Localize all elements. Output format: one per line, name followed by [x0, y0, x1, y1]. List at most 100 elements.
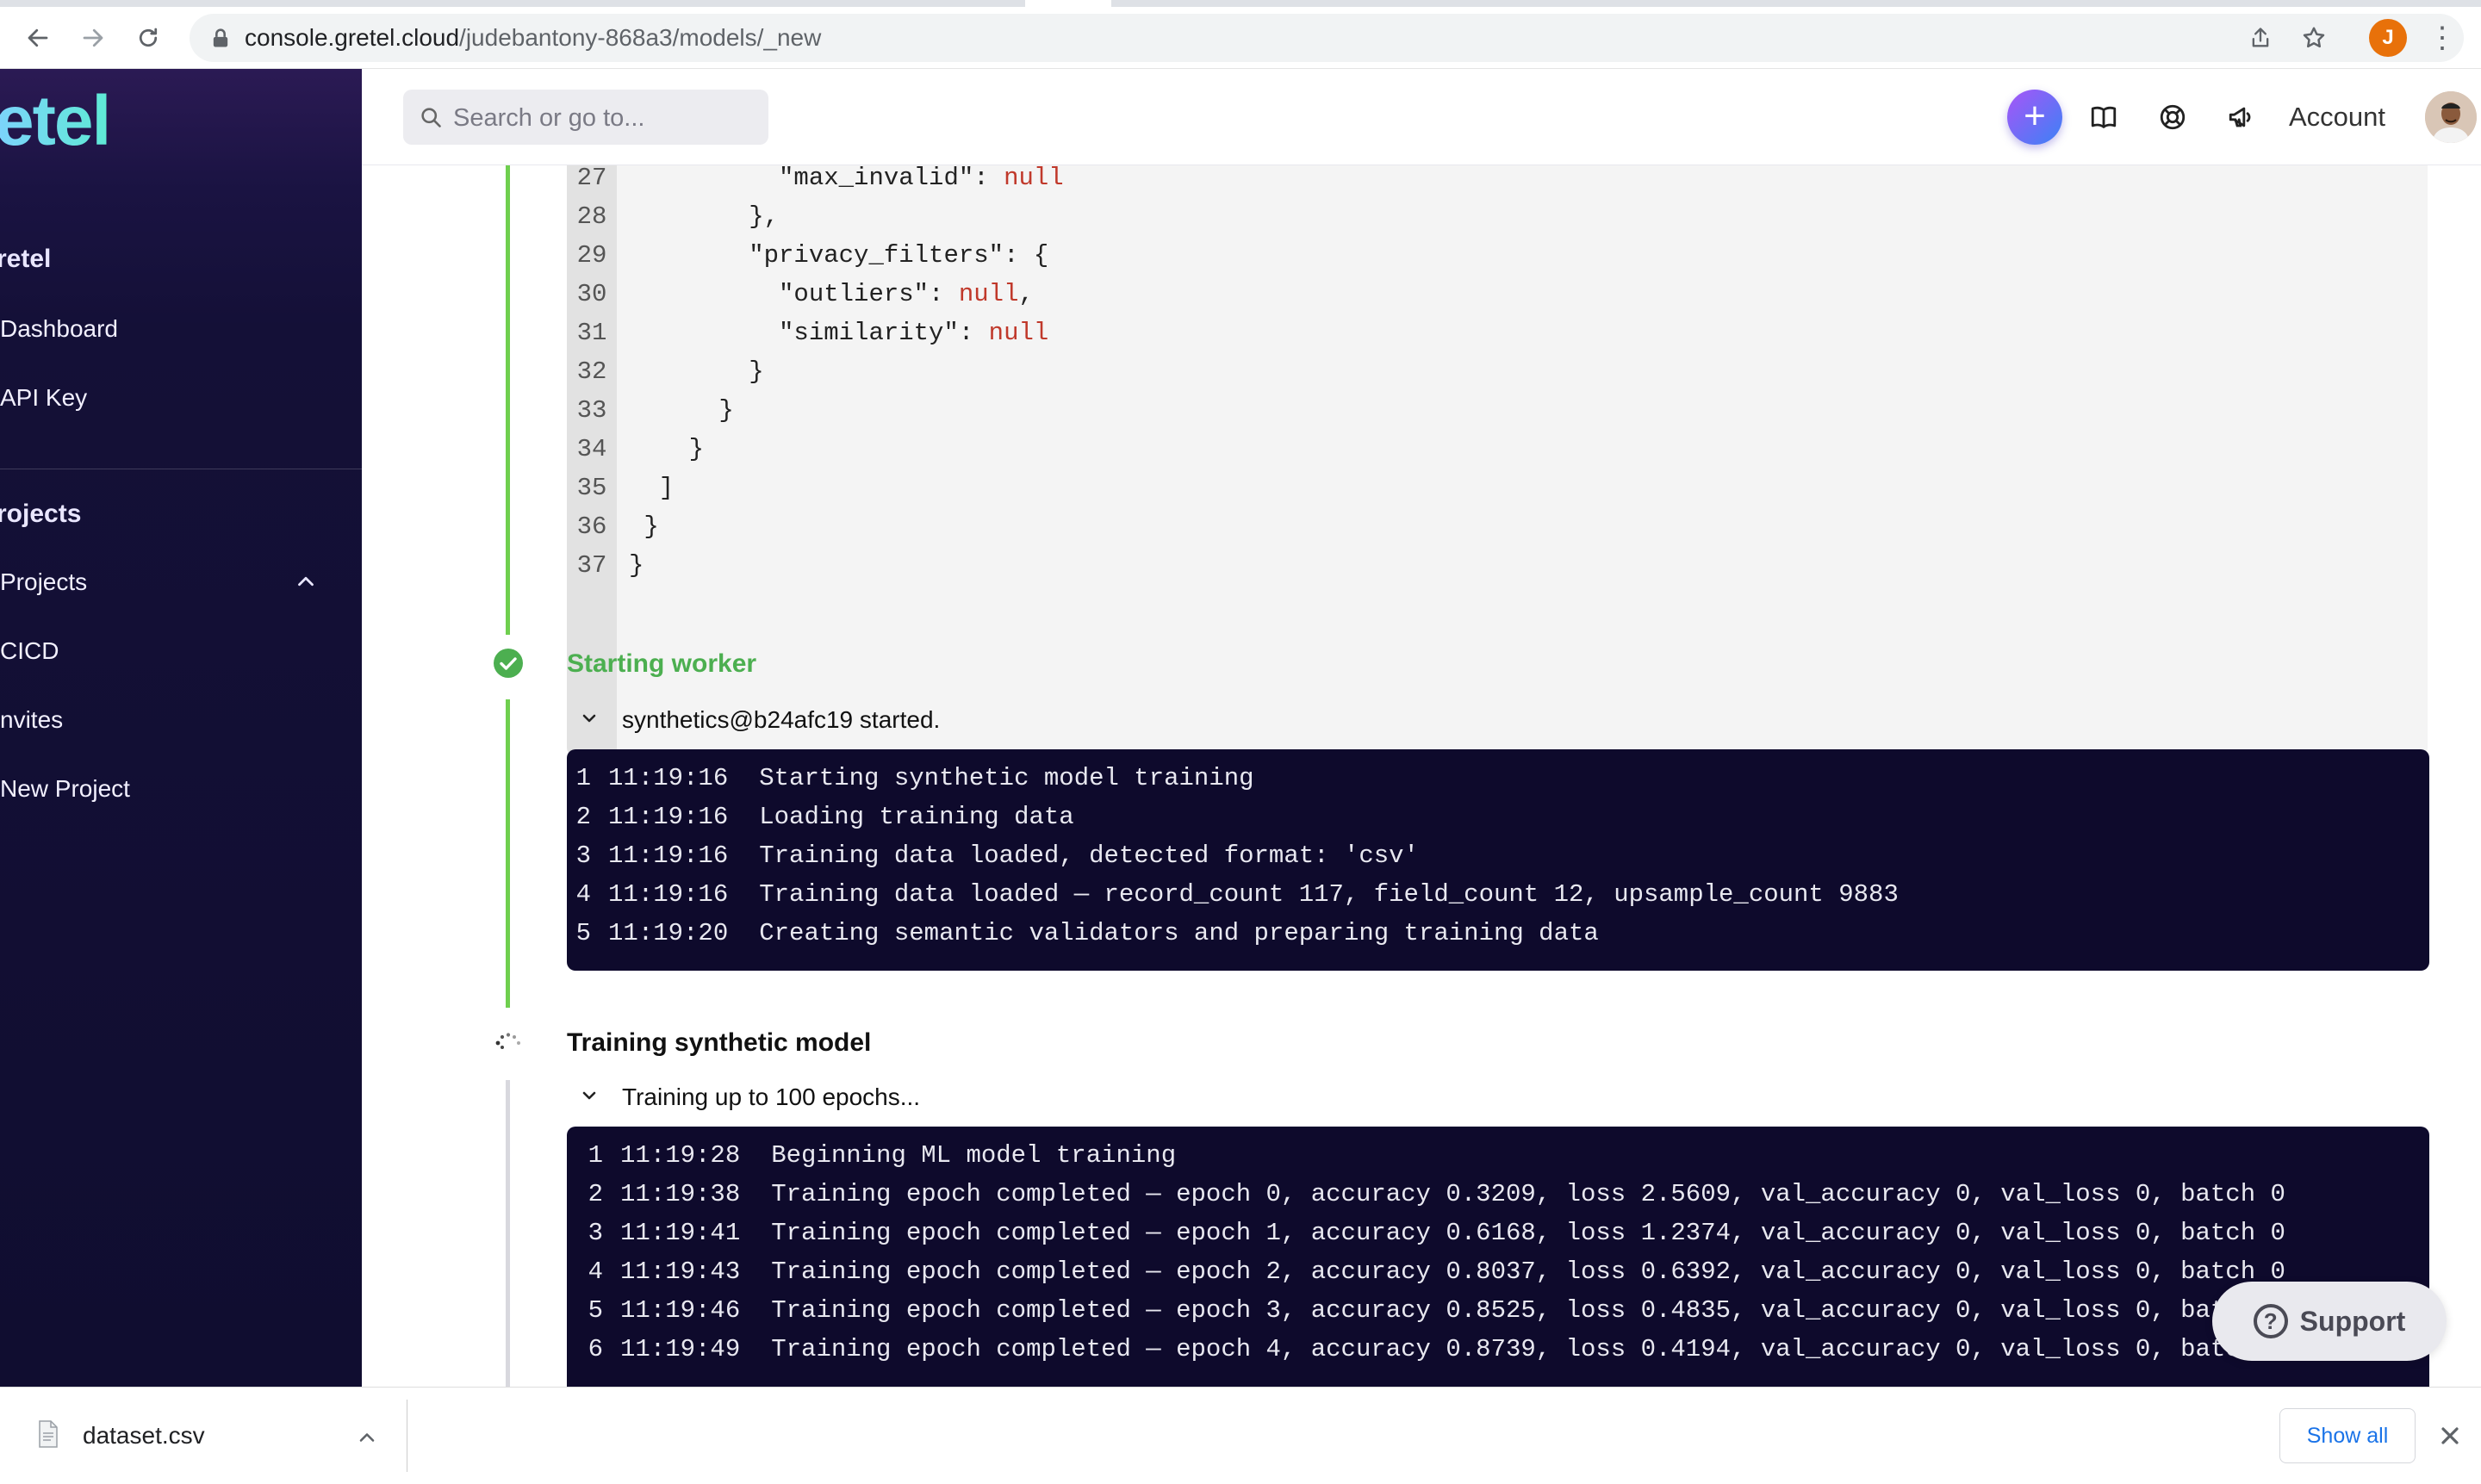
- code-line: 27 "max_invalid": null: [567, 165, 1064, 197]
- file-icon: [39, 1420, 58, 1448]
- code-text: ]: [629, 474, 675, 502]
- model-progress-panel: 27 "max_invalid": null 28 }, 29 "privacy_f…: [362, 165, 2481, 1387]
- code-text: "max_invalid": null: [629, 165, 1064, 192]
- log-message: Training data loaded — record_count 117,…: [759, 880, 1899, 909]
- code-text: }: [629, 435, 705, 463]
- step-title-starting-worker: Starting worker: [567, 649, 757, 678]
- code-line: 36 }: [567, 507, 659, 546]
- log-line: 4 11:19:16 Training data loaded — record_c…: [567, 875, 1899, 914]
- log-line: 2 11:19:38 Training epoch completed — epoc…: [567, 1175, 2285, 1214]
- log-timestamp: 11:19:16: [608, 803, 729, 831]
- log-message: Training epoch completed — epoch 4, accu…: [771, 1335, 2285, 1363]
- log-line: 2 11:19:16 Loading training data: [567, 798, 1074, 836]
- chevron-down-icon[interactable]: [579, 708, 600, 729]
- step-subtitle[interactable]: Training up to 100 epochs...: [622, 1084, 920, 1111]
- code-text: "similarity": null: [629, 319, 1049, 347]
- help-lifebuoy-icon[interactable]: [2154, 98, 2192, 136]
- url-text[interactable]: console.gretel.cloud/judebantony-868a3/m…: [245, 14, 821, 62]
- code-text: }: [629, 357, 764, 386]
- chevron-down-icon[interactable]: [579, 1085, 600, 1106]
- log-line-number: 2: [575, 803, 591, 831]
- code-text: },: [629, 202, 780, 231]
- code-text: }: [629, 396, 734, 425]
- sidebar-item-projects[interactable]: Projects: [0, 568, 87, 596]
- training-log-output: 1 11:19:28 Beginning ML model training 2 11:…: [567, 1127, 2429, 1387]
- code-line: 31 "similarity": null: [567, 314, 1049, 352]
- log-message: Training data loaded, detected format: '…: [759, 841, 1419, 870]
- line-number: 33: [576, 396, 607, 425]
- worker-log-output: 1 11:19:16 Starting synthetic model traini…: [567, 749, 2429, 971]
- sidebar-item-dashboard[interactable]: Dashboard: [0, 315, 118, 343]
- active-tab[interactable]: [1025, 0, 1111, 7]
- log-timestamp: 11:19:43: [620, 1257, 741, 1286]
- code-line: 33 }: [567, 391, 734, 430]
- code-text: "outliers": null,: [629, 280, 1034, 308]
- code-line: 37}: [567, 546, 644, 585]
- log-timestamp: 11:19:20: [608, 919, 729, 947]
- code-line: 28 },: [567, 197, 779, 236]
- line-number: 34: [576, 435, 607, 463]
- log-timestamp: 11:19:46: [620, 1296, 741, 1325]
- timeline-connector: [506, 699, 510, 1008]
- docs-book-icon[interactable]: [2085, 98, 2123, 136]
- code-text: }: [629, 512, 659, 541]
- download-bar: dataset.csv Show all: [0, 1387, 2481, 1484]
- log-line-number: 5: [575, 919, 591, 947]
- bookmark-star-icon[interactable]: [2297, 21, 2331, 55]
- sidebar-item-cicd[interactable]: CICD: [0, 637, 59, 665]
- search-icon: [421, 108, 441, 127]
- back-icon[interactable]: [19, 19, 57, 57]
- code-line: 32 }: [567, 352, 764, 391]
- loading-spinner-icon: [495, 1033, 520, 1049]
- profile-avatar[interactable]: J: [2369, 19, 2407, 57]
- announcements-megaphone-icon[interactable]: [2223, 98, 2260, 136]
- step-subtitle[interactable]: synthetics@b24afc19 started.: [622, 706, 940, 734]
- search-box[interactable]: [403, 90, 768, 146]
- log-line: 5 11:19:20 Creating semantic validators an…: [567, 914, 1599, 953]
- sidebar-item-api-key[interactable]: API Key: [0, 384, 87, 412]
- account-menu[interactable]: Account: [2289, 96, 2385, 138]
- log-message: Creating semantic validators and prepari…: [759, 919, 1599, 947]
- sidebar-projects-heading: rojects: [0, 500, 82, 528]
- chevron-up-icon[interactable]: [293, 568, 319, 594]
- step-title-training-model: Training synthetic model: [567, 1028, 872, 1057]
- reload-icon[interactable]: [129, 19, 167, 57]
- log-line-number: 3: [575, 841, 591, 870]
- close-icon[interactable]: [2436, 1422, 2464, 1450]
- code-text: }: [629, 551, 644, 580]
- log-message: Beginning ML model training: [771, 1141, 1177, 1170]
- show-all-downloads-button[interactable]: Show all: [2279, 1408, 2416, 1463]
- check-circle-icon: [494, 649, 523, 678]
- log-message: Training epoch completed — epoch 1, accu…: [771, 1219, 2285, 1247]
- line-number: 35: [576, 474, 607, 502]
- sidebar-item-invites[interactable]: nvites: [0, 706, 63, 734]
- null-literal: null: [1004, 165, 1064, 192]
- forward-icon[interactable]: [74, 19, 112, 57]
- null-literal: null: [988, 319, 1049, 347]
- support-button[interactable]: ? Support: [2212, 1282, 2447, 1361]
- user-avatar[interactable]: [2425, 91, 2477, 143]
- log-line-number: 4: [588, 1257, 603, 1286]
- sidebar-item-new-project[interactable]: New Project: [0, 775, 130, 803]
- search-input[interactable]: [451, 90, 756, 146]
- log-timestamp: 11:19:16: [608, 764, 729, 792]
- line-number: 28: [576, 202, 607, 231]
- support-label: Support: [2299, 1305, 2406, 1337]
- browser-menu-icon[interactable]: ⋮: [2428, 19, 2457, 57]
- address-bar[interactable]: console.gretel.cloud/judebantony-868a3/m…: [190, 14, 2464, 62]
- create-button[interactable]: +: [2007, 90, 2062, 145]
- log-line-number: 3: [588, 1219, 603, 1247]
- log-timestamp: 11:19:38: [620, 1180, 741, 1208]
- gretel-logo[interactable]: etel: [0, 81, 111, 162]
- log-line-number: 6: [588, 1335, 603, 1363]
- chevron-up-icon[interactable]: [355, 1425, 379, 1450]
- downloaded-file-name[interactable]: dataset.csv: [83, 1422, 205, 1450]
- share-icon[interactable]: [2243, 21, 2278, 55]
- code-text: "privacy_filters": {: [629, 241, 1049, 270]
- log-line-number: 1: [588, 1141, 603, 1170]
- code-line: 29 "privacy_filters": {: [567, 236, 1049, 275]
- sidebar-org-heading: retel: [0, 245, 52, 273]
- timeline-connector: [506, 165, 510, 635]
- log-line: 6 11:19:49 Training epoch completed — epoc…: [567, 1330, 2285, 1369]
- code-line: 30 "outliers": null,: [567, 275, 1034, 314]
